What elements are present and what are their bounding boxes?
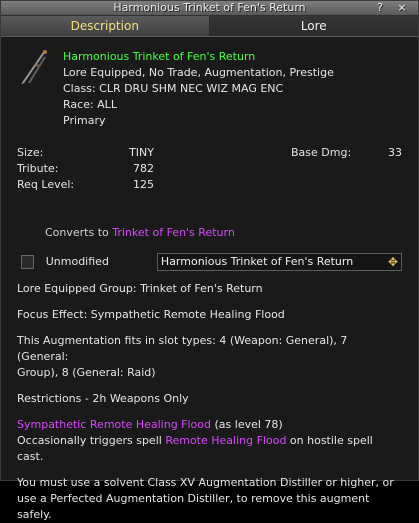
- slot-types-line-1: This Augmentation fits in slot types: 4 …: [17, 334, 348, 363]
- tab-description[interactable]: Description: [1, 16, 210, 36]
- augment-dropdown[interactable]: Harmonious Trinket of Fen's Return ✥: [156, 253, 402, 271]
- item-header: Harmonious Trinket of Fen's Return Lore …: [17, 49, 402, 129]
- augment-row: Unmodified Harmonious Trinket of Fen's R…: [17, 253, 402, 271]
- trinket-icon: [17, 49, 53, 85]
- req-level-label: Req Level:: [17, 178, 75, 191]
- unmodified-label: Unmodified: [45, 255, 109, 268]
- tribute-value: 782: [133, 162, 154, 175]
- window-titlebar[interactable]: Harmonious Trinket of Fen's Return ? ×: [1, 1, 418, 16]
- tab-bar: Description Lore: [1, 16, 418, 37]
- spell-level: (as level 78): [214, 418, 283, 431]
- size-value: TINY: [129, 146, 154, 159]
- window-title: Harmonious Trinket of Fen's Return: [113, 1, 306, 14]
- focus-effect-line: Focus Effect: Sympathetic Remote Healing…: [17, 308, 285, 321]
- trigger-prefix: Occasionally triggers spell: [17, 434, 162, 447]
- dropdown-value: Harmonious Trinket of Fen's Return: [160, 255, 354, 268]
- slot-types-line-2: Group), 8 (General: Raid): [17, 366, 156, 379]
- restrictions-line: Restrictions - 2h Weapons Only: [17, 392, 189, 405]
- converts-target-link[interactable]: Trinket of Fen's Return: [112, 226, 235, 239]
- close-button[interactable]: ×: [394, 1, 410, 15]
- help-button[interactable]: ?: [372, 1, 388, 15]
- item-race: Race: ALL: [63, 98, 117, 111]
- window-buttons: ? ×: [372, 1, 410, 15]
- tab-lore[interactable]: Lore: [209, 16, 418, 36]
- item-name: Harmonious Trinket of Fen's Return: [63, 50, 256, 63]
- unmodified-checkbox[interactable]: [21, 255, 34, 269]
- base-dmg: Base Dmg: 33: [156, 145, 402, 161]
- lore-group-line: Lore Equipped Group: Trinket of Fen's Re…: [17, 282, 263, 295]
- item-summary: Harmonious Trinket of Fen's Return Lore …: [63, 49, 334, 129]
- removal-line-2: use a Perfected Augmentation Distiller, …: [17, 492, 370, 521]
- spell-block: Sympathetic Remote Healing Flood (as lev…: [17, 417, 402, 465]
- slot-types: This Augmentation fits in slot types: 4 …: [17, 333, 402, 381]
- item-window: Harmonious Trinket of Fen's Return ? × D…: [0, 0, 419, 521]
- item-stats: Size: TINY Base Dmg: 33 Tribute: 782 Req…: [17, 145, 402, 193]
- dropdown-arrow-icon[interactable]: ✥: [388, 255, 398, 269]
- size-label: Size:: [17, 146, 44, 159]
- trigger-spell-link[interactable]: Remote Healing Flood: [165, 434, 286, 447]
- converts-line: Converts to Trinket of Fen's Return: [45, 225, 402, 241]
- req-level-value: 125: [133, 178, 154, 191]
- item-slot: Primary: [63, 114, 106, 127]
- tribute-label: Tribute:: [17, 162, 59, 175]
- removal-note: You must use a solvent Class XV Augmenta…: [17, 475, 402, 523]
- converts-prefix: Converts to: [45, 226, 109, 239]
- item-classes: Class: CLR DRU SHM NEC WIZ MAG ENC: [63, 82, 284, 95]
- item-flags: Lore Equipped, No Trade, Augmentation, P…: [63, 66, 334, 79]
- description-panel: Harmonious Trinket of Fen's Return Lore …: [1, 37, 418, 521]
- base-dmg-label: Base Dmg:: [291, 146, 352, 159]
- removal-line-1: You must use a solvent Class XV Augmenta…: [17, 476, 394, 489]
- base-dmg-value: 33: [388, 146, 402, 159]
- spell-link[interactable]: Sympathetic Remote Healing Flood: [17, 418, 211, 431]
